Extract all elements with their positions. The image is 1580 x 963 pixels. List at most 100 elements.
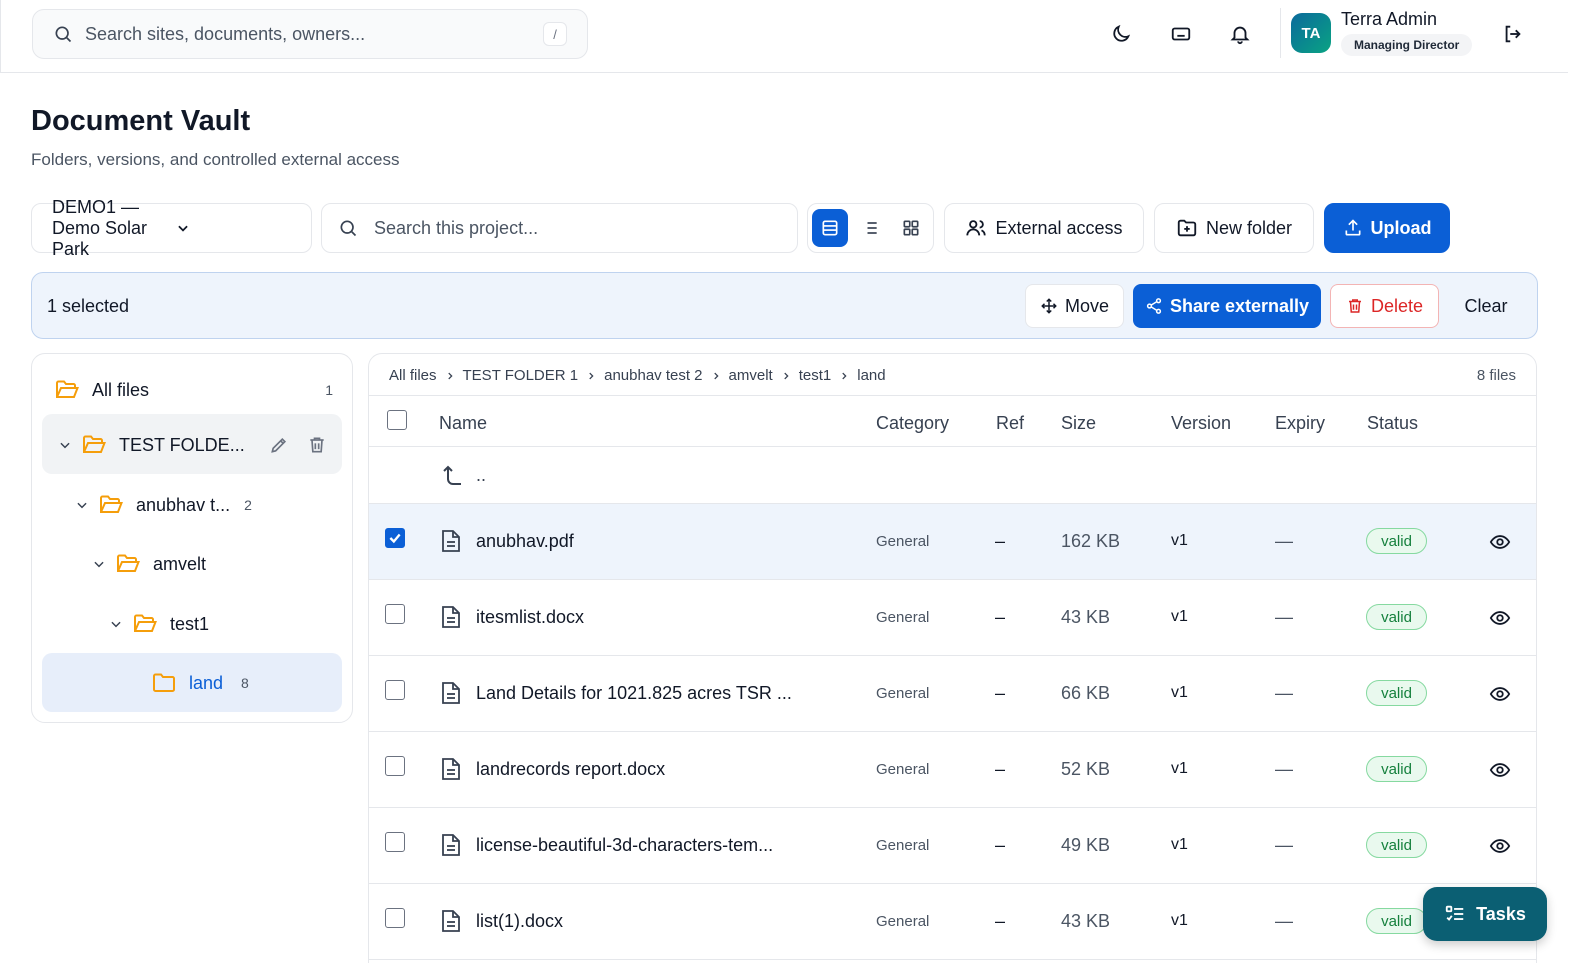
move-icon [1040,297,1058,315]
file-name[interactable]: Land Details for 1021.825 acres TSR ... [476,683,792,704]
global-search[interactable]: Search sites, documents, owners... / [32,9,588,59]
pencil-icon[interactable] [269,435,289,455]
table-view-button[interactable] [812,209,849,247]
logout-button[interactable] [1499,20,1527,48]
tree-item-anubhav-test[interactable]: anubhav t... 2 [75,494,252,516]
avatar[interactable]: TA [1291,13,1331,53]
row-checkbox[interactable] [385,756,405,776]
tree-item-test1[interactable]: test1 [109,613,209,635]
list-icon [860,218,880,238]
column-header-status[interactable]: Status [1367,413,1418,434]
selection-count: 1 selected [47,296,130,316]
upload-button[interactable]: Upload [1324,203,1450,253]
breadcrumb-item[interactable]: test1 [799,367,832,384]
trash-icon[interactable] [307,435,327,455]
user-role-badge: Managing Director [1341,34,1473,56]
external-access-label: External access [995,217,1123,238]
users-icon [965,217,987,239]
eye-icon[interactable] [1489,835,1511,857]
eye-icon[interactable] [1489,683,1511,705]
file-name[interactable]: anubhav.pdf [476,531,574,552]
breadcrumb-item[interactable]: amvelt [729,367,773,384]
move-label: Move [1064,295,1109,316]
eye-icon[interactable] [1489,607,1511,629]
chevron-down-icon[interactable] [75,498,89,512]
status-badge: valid [1366,680,1427,706]
file-version: v1 [1171,836,1188,853]
project-select[interactable]: DEMO1 — Demo Solar Park [31,197,312,259]
folder-icon [152,672,176,694]
column-header-ref[interactable]: Ref [996,413,1024,434]
chevron-down-icon[interactable] [92,557,106,571]
table-row[interactable]: list(1).docx General – 43 KB v1 — valid [369,884,1536,960]
file-version: v1 [1171,912,1188,929]
table-row[interactable]: license-beautiful-3d-characters-tem... G… [369,808,1536,884]
new-folder-button[interactable]: New folder [1154,203,1314,253]
notifications-button[interactable] [1226,20,1254,48]
table-row[interactable]: landrecords report.docx General – 52 KB … [369,732,1536,808]
file-version: v1 [1171,532,1188,549]
move-button[interactable]: Move [1025,284,1124,328]
tree-item-test-folder-row[interactable]: TEST FOLDE... [58,434,327,456]
tasks-button[interactable]: Tasks [1423,887,1547,941]
table-row[interactable]: Land Details for 1021.825 acres TSR ... … [369,656,1536,732]
folder-tree: All files 1 TEST FOLDE... anubhav t... 2… [31,353,353,723]
column-header-expiry[interactable]: Expiry [1275,413,1325,434]
delete-button[interactable]: Delete [1330,284,1439,328]
file-ref: – [995,683,1006,703]
file-name[interactable]: itesmlist.docx [476,607,584,628]
table-row[interactable]: itesmlist.docx General – 43 KB v1 — vali… [369,580,1536,656]
row-checkbox[interactable] [385,604,405,624]
chevron-right-icon [781,371,791,381]
row-checkbox[interactable] [385,908,405,928]
row-checkbox[interactable] [385,528,405,548]
file-name[interactable]: license-beautiful-3d-characters-tem... [476,835,773,856]
file-expiry: — [1275,607,1293,627]
column-header-category[interactable]: Category [876,413,949,434]
breadcrumb-item[interactable]: anubhav test 2 [604,367,702,384]
clear-selection-button[interactable]: Clear [1452,284,1520,328]
global-search-input[interactable]: Search sites, documents, owners... [85,24,543,45]
column-header-name[interactable]: Name [439,413,487,434]
view-toggle [807,203,934,253]
column-header-version[interactable]: Version [1171,413,1231,434]
file-size: 49 KB [1061,835,1111,855]
chevron-down-icon[interactable] [109,617,123,631]
row-checkbox[interactable] [385,832,405,852]
breadcrumb-item[interactable]: All files [389,367,437,384]
chevron-down-icon[interactable] [58,438,72,452]
tree-item-label: test1 [170,613,210,634]
table-row[interactable]: anubhav.pdf General – 162 KB v1 — valid [369,504,1536,580]
keyboard-shortcuts-button[interactable] [1167,20,1195,48]
project-search-input[interactable]: Search this project... [374,218,538,239]
tree-item-all-files[interactable]: All files 1 [55,379,333,401]
file-name[interactable]: list(1).docx [476,911,563,932]
eye-icon[interactable] [1489,759,1511,781]
grid-view-button[interactable] [893,209,929,247]
file-expiry: — [1275,759,1293,779]
breadcrumb-item[interactable]: land [857,367,885,384]
bell-icon [1229,23,1251,45]
parent-folder-row[interactable]: .. [369,447,1536,504]
select-all-checkbox[interactable] [387,410,407,430]
folder-open-icon [99,494,123,516]
breadcrumb-item[interactable]: TEST FOLDER 1 [463,367,579,384]
tree-item-label: anubhav t... [136,494,231,515]
theme-toggle-button[interactable] [1107,20,1135,48]
row-checkbox[interactable] [385,680,405,700]
share-externally-button[interactable]: Share externally [1133,284,1321,328]
file-expiry: — [1275,683,1293,703]
list-view-button[interactable] [852,209,888,247]
eye-icon[interactable] [1489,531,1511,553]
tree-item-land-row[interactable]: land 8 [152,672,249,694]
tree-item-amvelt[interactable]: amvelt [92,553,206,575]
status-badge: valid [1366,908,1427,934]
external-access-button[interactable]: External access [944,203,1144,253]
project-search[interactable]: Search this project... [321,203,798,253]
tree-item-count: 2 [244,497,252,513]
status-badge: valid [1366,756,1427,782]
tree-item-label: All files [92,379,150,400]
file-name[interactable]: landrecords report.docx [476,759,665,780]
column-header-size[interactable]: Size [1061,413,1096,434]
table-view-icon [820,218,840,238]
